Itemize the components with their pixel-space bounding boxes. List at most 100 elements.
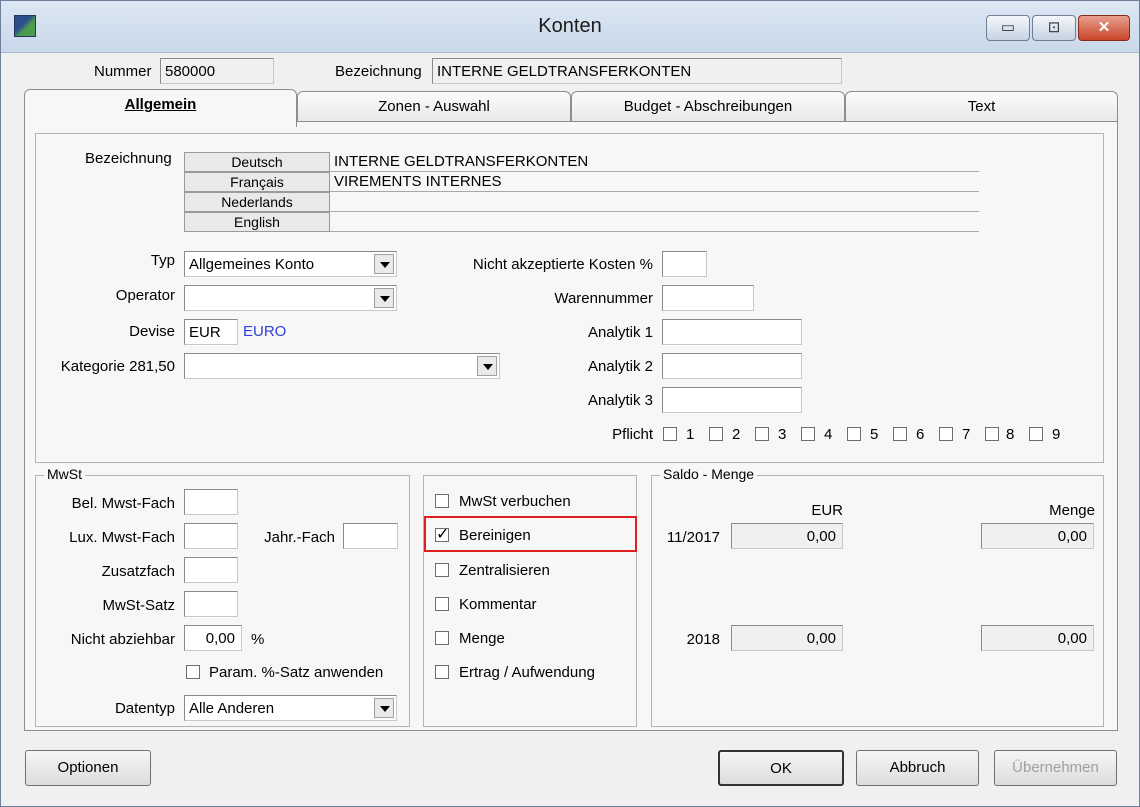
devise-label: Devise	[129, 323, 175, 340]
menge-checkbox[interactable]	[435, 631, 449, 645]
typ-label: Typ	[150, 252, 175, 269]
title-bar[interactable]: Konten ▭ ⊡ ✕	[1, 1, 1139, 53]
konten-window: Konten ▭ ⊡ ✕ Nummer 580000 Bezeichnung I…	[0, 0, 1140, 807]
tab-text[interactable]: Text	[845, 91, 1118, 125]
chevron-down-icon	[477, 356, 497, 376]
saldo-eur-field: 0,00	[731, 625, 843, 651]
pflicht-2-checkbox[interactable]	[709, 427, 723, 441]
mwst-group-title: MwSt	[44, 466, 85, 482]
pflicht-6-label: 6	[916, 426, 925, 443]
pflicht-7-label: 7	[962, 426, 971, 443]
pflicht-4-checkbox[interactable]	[801, 427, 815, 441]
language-row[interactable]: English	[184, 212, 979, 232]
tab-budget-abschreibungen[interactable]: Budget - Abschreibungen	[571, 91, 845, 125]
saldo-period-label: 2018	[686, 631, 720, 648]
language-header: Français	[184, 172, 330, 192]
pflicht-7-checkbox[interactable]	[939, 427, 953, 441]
bel-mwst-label: Bel. Mwst-Fach	[71, 495, 175, 512]
analytik1-field[interactable]	[662, 319, 802, 345]
nicht-akzeptiert-field[interactable]	[662, 251, 707, 277]
pflicht-1-checkbox[interactable]	[663, 427, 677, 441]
lux-mwst-label: Lux. Mwst-Fach	[69, 529, 175, 546]
devise-field[interactable]: EUR	[184, 319, 238, 345]
saldo-menge-field: 0,00	[981, 523, 1094, 549]
percent-label: %	[251, 631, 265, 648]
bel-mwst-field[interactable]	[184, 489, 238, 515]
abbruch-button[interactable]: Abbruch	[856, 750, 979, 786]
typ-select[interactable]: Allgemeines Konto	[184, 251, 397, 277]
kommentar-checkbox[interactable]	[435, 597, 449, 611]
bezeichnung-header-label: Bezeichnung	[335, 63, 422, 80]
nummer-field[interactable]: 580000	[160, 58, 274, 84]
uebernehmen-button[interactable]: Übernehmen	[994, 750, 1117, 786]
highlight-box	[424, 516, 637, 552]
chevron-down-icon	[374, 698, 394, 718]
kommentar-label: Kommentar	[459, 596, 537, 613]
bezeichnung-label: Bezeichnung	[85, 150, 172, 167]
kategorie-select[interactable]	[184, 353, 500, 379]
maximize-button[interactable]: ⊡	[1032, 15, 1076, 41]
saldo-group-title: Saldo - Menge	[660, 466, 758, 482]
bezeichnung-header-field[interactable]: INTERNE GELDTRANSFERKONTEN	[432, 58, 842, 84]
mwst-verbuchen-checkbox[interactable]	[435, 494, 449, 508]
window-title: Konten	[538, 15, 602, 37]
pflicht-label: Pflicht	[612, 426, 653, 443]
language-row[interactable]: Français VIREMENTS INTERNES	[184, 172, 979, 192]
tab-allgemein[interactable]: Allgemein	[24, 89, 297, 127]
language-row[interactable]: Deutsch INTERNE GELDTRANSFERKONTEN	[184, 152, 979, 172]
saldo-col-eur: EUR	[811, 502, 843, 519]
mwst-verbuchen-label: MwSt verbuchen	[459, 493, 571, 510]
jahr-fach-label: Jahr.-Fach	[264, 529, 335, 546]
ok-button[interactable]: OK	[718, 750, 844, 786]
analytik3-label: Analytik 3	[587, 392, 653, 409]
zentralisieren-label: Zentralisieren	[459, 562, 550, 579]
language-header: English	[184, 212, 330, 232]
ertrag-aufwendung-checkbox[interactable]	[435, 665, 449, 679]
analytik2-label: Analytik 2	[587, 358, 653, 375]
warennummer-field[interactable]	[662, 285, 754, 311]
maximize-icon: ⊡	[1047, 19, 1061, 36]
saldo-col-menge: Menge	[1049, 502, 1095, 519]
close-button[interactable]: ✕	[1078, 15, 1130, 41]
kategorie-label: Kategorie 281,50	[60, 358, 175, 375]
analytik1-label: Analytik 1	[587, 324, 653, 341]
saldo-eur-field: 0,00	[731, 523, 843, 549]
pflicht-5-checkbox[interactable]	[847, 427, 861, 441]
pflicht-8-label: 8	[1006, 426, 1015, 443]
pflicht-6-checkbox[interactable]	[893, 427, 907, 441]
zusatzfach-field[interactable]	[184, 557, 238, 583]
analytik3-field[interactable]	[662, 387, 802, 413]
nicht-abziehbar-field[interactable]: 0,00	[184, 625, 242, 651]
nummer-label: Nummer	[94, 63, 152, 80]
datentyp-label: Datentyp	[114, 700, 175, 717]
minimize-icon: ▭	[1000, 19, 1016, 36]
lux-mwst-field[interactable]	[184, 523, 238, 549]
param-satz-label: Param. %-Satz anwenden	[209, 664, 384, 681]
pflicht-3-checkbox[interactable]	[755, 427, 769, 441]
optionen-button[interactable]: Optionen	[25, 750, 151, 786]
pflicht-3-label: 3	[778, 426, 787, 443]
operator-select[interactable]	[184, 285, 397, 311]
pflicht-2-label: 2	[732, 426, 741, 443]
jahr-fach-field[interactable]	[343, 523, 398, 549]
language-header: Nederlands	[184, 192, 330, 212]
pflicht-4-label: 4	[824, 426, 833, 443]
operator-label: Operator	[115, 287, 175, 304]
minimize-button[interactable]: ▭	[986, 15, 1030, 41]
param-satz-checkbox[interactable]	[186, 665, 200, 679]
nicht-abziehbar-label: Nicht abziehbar	[70, 631, 175, 648]
datentyp-select[interactable]: Alle Anderen	[184, 695, 397, 721]
pflicht-9-checkbox[interactable]	[1029, 427, 1043, 441]
zentralisieren-checkbox[interactable]	[435, 563, 449, 577]
language-row[interactable]: Nederlands	[184, 192, 979, 212]
mwst-satz-field[interactable]	[184, 591, 238, 617]
close-icon: ✕	[1097, 19, 1111, 36]
tab-zonen-auswahl[interactable]: Zonen - Auswahl	[297, 91, 571, 125]
analytik2-field[interactable]	[662, 353, 802, 379]
pflicht-9-label: 9	[1052, 426, 1061, 443]
chevron-down-icon	[374, 288, 394, 308]
pflicht-5-label: 5	[870, 426, 879, 443]
nicht-akzeptiert-label: Nicht akzeptierte Kosten %	[472, 256, 653, 273]
mwst-satz-label: MwSt-Satz	[102, 597, 175, 614]
pflicht-8-checkbox[interactable]	[985, 427, 999, 441]
